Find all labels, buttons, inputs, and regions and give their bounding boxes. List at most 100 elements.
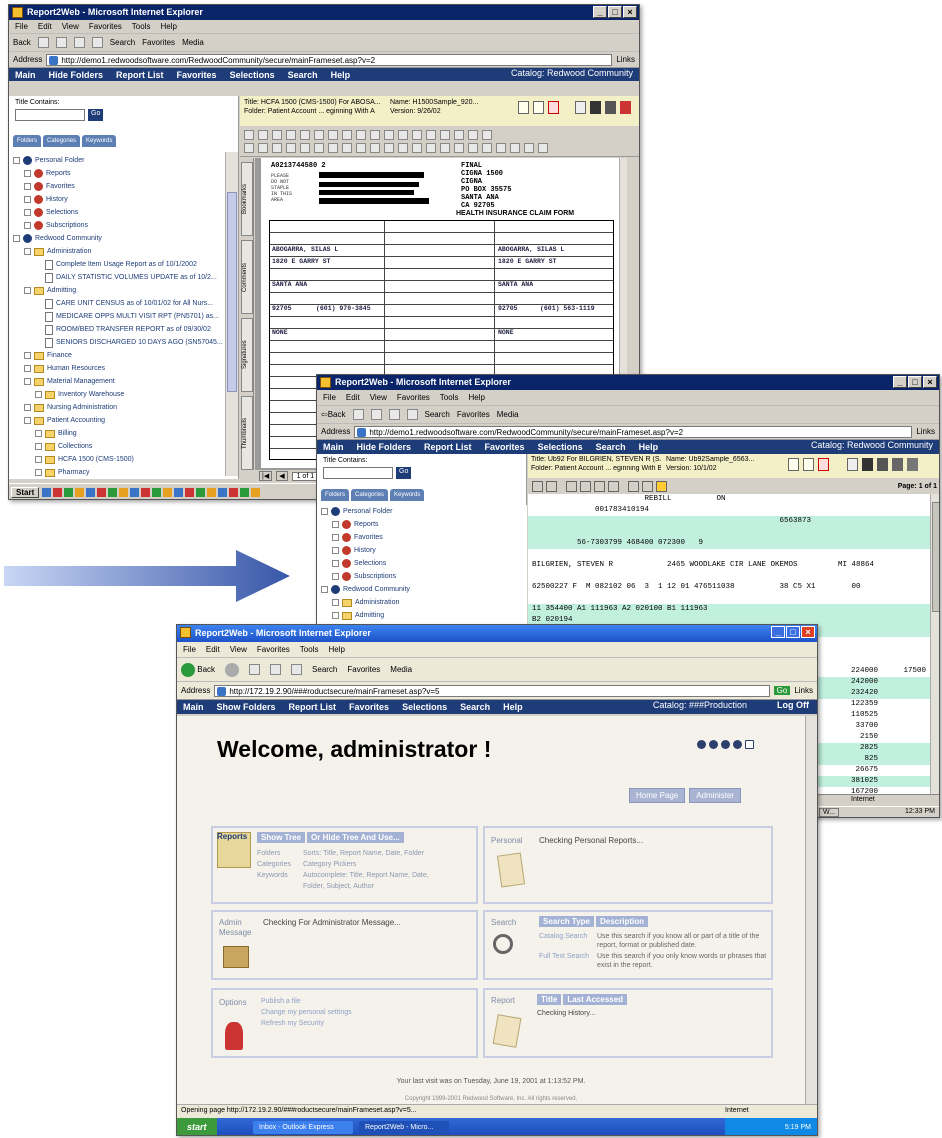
tree-item[interactable]: Human Resources [9,362,223,375]
last-page-icon[interactable] [608,480,619,492]
expand-toggle-icon[interactable] [24,378,31,385]
pdf-tool-icon[interactable] [370,143,380,153]
home-page-button[interactable]: Home Page [629,788,686,803]
tree-item[interactable]: Subscriptions [9,219,223,232]
view-icon[interactable] [862,458,873,471]
menu-item-0[interactable]: File [323,390,336,405]
save-icon[interactable] [788,458,799,471]
links-label[interactable]: Links [616,55,635,64]
nav-item-0[interactable]: Main [15,70,36,80]
folder-tab-2[interactable]: Keywords [82,135,117,147]
nav-item-0[interactable]: Main [183,702,204,712]
options-link-0[interactable]: Publish a file [261,996,352,1007]
pdf-tool-icon[interactable] [468,130,478,140]
menu-item-1[interactable]: Edit [38,20,52,33]
pdf-tool-icon[interactable] [356,143,366,153]
page-indicator[interactable]: 1 of 1 [291,471,320,481]
pdf-tool-icon[interactable] [258,130,268,140]
taskbar-quicklaunch-icon[interactable] [185,488,195,497]
expand-toggle-icon[interactable] [24,365,31,372]
menu-item-4[interactable]: Tools [440,390,459,405]
nav-item-4[interactable]: Selections [402,702,447,712]
pdf-tool-icon[interactable] [524,143,534,153]
tree-item[interactable]: Personal Folder [317,505,527,518]
tree-item[interactable]: Inventory Warehouse [9,388,223,401]
expand-toggle-icon[interactable] [321,508,328,515]
nav-item-3[interactable]: Favorites [177,70,217,80]
title-search-input[interactable] [15,109,85,121]
pdf-tool-icon[interactable] [538,143,548,153]
tree-item[interactable]: Reports [317,518,527,531]
forward-icon[interactable] [225,662,240,677]
taskbar-quicklaunch-icon[interactable] [218,488,228,497]
taskbar-quicklaunch-icon[interactable] [152,488,162,497]
pdf-tool-icon[interactable] [370,130,380,140]
nav-item-2[interactable]: Report List [116,70,164,80]
links-label[interactable]: Links [916,427,935,436]
side-tab-3[interactable]: Thumbnails [241,396,253,470]
refresh-icon[interactable] [73,37,85,48]
page-scrollbar[interactable] [805,716,817,1104]
minimize-button[interactable]: _ [893,376,907,388]
nav-item-5[interactable]: Search [596,442,626,452]
minimize-button[interactable]: _ [593,6,607,18]
refresh-quick-icon[interactable] [709,740,718,749]
pdf-tool-icon[interactable] [286,130,296,140]
export-icon[interactable] [877,458,888,471]
pdf-tool-icon[interactable] [286,143,296,153]
view-icon[interactable] [590,101,601,114]
maximize-button[interactable]: □ [908,376,922,388]
favorites-button[interactable]: Favorites [142,38,175,47]
menu-item-5[interactable]: Help [328,642,344,657]
pdf-tool-icon[interactable] [342,143,352,153]
tree-item[interactable]: CARE UNIT CENSUS as of 10/01/02 for All … [9,297,223,310]
tree-item[interactable]: Material Management [9,375,223,388]
maximize-button[interactable]: □ [786,626,800,638]
administer-button[interactable]: Administer [689,788,742,803]
folder-tab-1[interactable]: Categories [43,135,81,147]
pdf-tool-icon[interactable] [300,143,310,153]
nav-item-6[interactable]: Help [639,442,659,452]
back-button[interactable]: Back [13,38,31,47]
tree-item[interactable]: Administration [9,245,223,258]
save-icon[interactable] [518,101,529,114]
nav-item-1[interactable]: Hide Folders [49,70,104,80]
options-icon[interactable] [892,458,903,471]
pdf-tool-icon[interactable] [482,143,492,153]
search-button[interactable]: Search [312,665,337,674]
nav-item-6[interactable]: Help [503,702,523,712]
close-button[interactable]: × [801,626,815,638]
media-button[interactable]: Media [390,665,412,674]
expand-toggle-icon[interactable] [321,586,328,593]
nav-item-4[interactable]: Selections [538,442,583,452]
scroll-thumb[interactable] [932,502,939,612]
taskbar-quicklaunch-icon[interactable] [130,488,140,497]
taskbar-item-outlook[interactable]: Inbox - Outlook Express [253,1121,353,1134]
pdf-tool-icon[interactable] [398,143,408,153]
expand-toggle-icon[interactable] [332,547,339,554]
help-quick-icon[interactable] [745,740,754,749]
taskbar-quicklaunch-icon[interactable] [163,488,173,497]
logoff-link[interactable]: Log Off [777,700,809,710]
pdf-tool-icon[interactable] [272,130,282,140]
start-button[interactable]: Start [11,487,40,498]
expand-toggle-icon[interactable] [332,599,339,606]
nav-item-1[interactable]: Show Folders [217,702,276,712]
expand-toggle-icon[interactable] [24,287,31,294]
menu-item-4[interactable]: Tools [300,642,319,657]
expand-toggle-icon[interactable] [35,391,42,398]
tree-item[interactable]: History [9,193,223,206]
tree-item[interactable]: Billing [9,427,223,440]
pdf-tool-icon[interactable] [356,130,366,140]
home-icon[interactable] [406,409,418,420]
close-button[interactable]: × [923,376,937,388]
zoom-icon[interactable] [642,480,653,492]
tree-item[interactable]: MEDICARE OPPS MULTI VISIT RPT (PN5701) a… [9,310,223,323]
title-search-input[interactable] [323,467,393,479]
nav-item-3[interactable]: Favorites [485,442,525,452]
side-tab-0[interactable]: Bookmarks [241,162,253,236]
nav-item-1[interactable]: Hide Folders [357,442,412,452]
pdf-tool-icon[interactable] [384,143,394,153]
report-scrollbar[interactable] [930,494,939,794]
expand-toggle-icon[interactable] [24,222,31,229]
